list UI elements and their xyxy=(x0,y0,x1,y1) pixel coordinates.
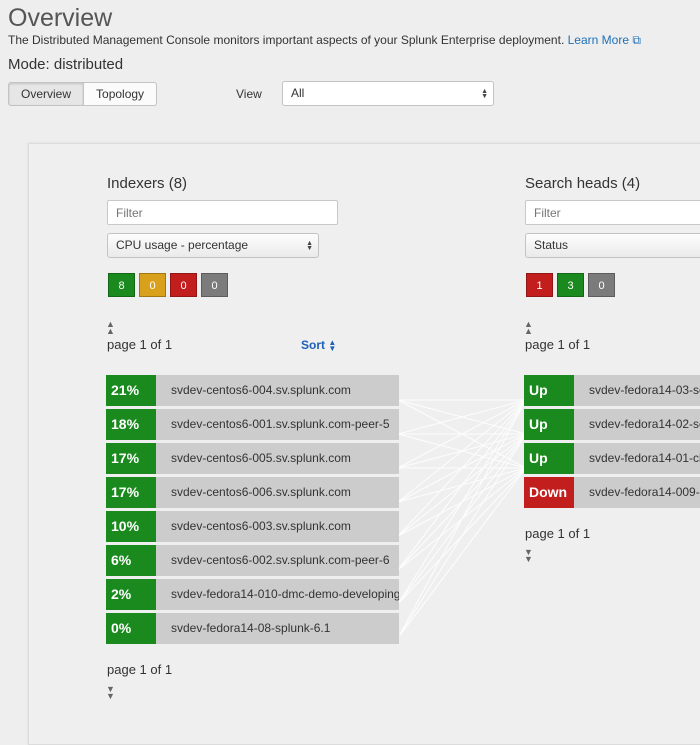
indexers-metric-select[interactable]: CPU usage - percentage ▲ ▼ xyxy=(107,233,319,258)
indexer-cpu-value: 17% xyxy=(106,477,156,508)
search-heads-metric-select[interactable]: Status xyxy=(525,233,700,258)
indexer-cpu-value: 21% xyxy=(106,375,156,406)
search-heads-page-top: page 1 of 1 xyxy=(525,337,591,352)
indexers-metric-value: CPU usage - percentage xyxy=(116,238,249,252)
overview-button[interactable]: Overview xyxy=(8,82,85,106)
learn-more-link[interactable]: Learn More ⧉ xyxy=(568,33,641,47)
search-head-row[interactable]: Up svdev-fedora14-02-se xyxy=(524,409,700,440)
connection-line xyxy=(399,467,527,635)
indexer-row[interactable]: 18% svdev-centos6-001.sv.splunk.com-peer-… xyxy=(106,409,399,440)
search-head-status: Up xyxy=(524,443,574,474)
indexer-name: svdev-centos6-003.sv.splunk.com xyxy=(156,511,399,542)
indexer-row[interactable]: 6% svdev-centos6-002.sv.splunk.com-peer-6 xyxy=(106,545,399,576)
indexer-cpu-value: 10% xyxy=(106,511,156,542)
page-title: Overview xyxy=(8,4,113,32)
collapse-up-icon[interactable]: ▲ ▲ xyxy=(106,320,115,336)
search-heads-count-red[interactable]: 1 xyxy=(526,273,553,297)
page-description: The Distributed Management Console monit… xyxy=(8,33,641,48)
indexers-heading: Indexers (8) xyxy=(107,175,188,192)
search-head-status: Up xyxy=(524,409,574,440)
indexer-cpu-value: 0% xyxy=(106,613,156,644)
search-head-name: svdev-fedora14-009-s xyxy=(574,477,700,508)
sort-label: Sort xyxy=(301,338,325,352)
indexer-name: svdev-centos6-004.sv.splunk.com xyxy=(156,375,399,406)
indexer-row[interactable]: 2% svdev-fedora14-010-dmc-demo-developing xyxy=(106,579,399,610)
view-label: View xyxy=(236,87,262,101)
connection-line xyxy=(398,399,527,605)
search-head-status: Down xyxy=(524,477,574,508)
indexer-cpu-value: 18% xyxy=(106,409,156,440)
indexer-name: svdev-centos6-002.sv.splunk.com-peer-6 xyxy=(156,545,399,576)
indexer-row[interactable]: 21% svdev-centos6-004.sv.splunk.com xyxy=(106,375,399,406)
mode-label: Mode: distributed xyxy=(8,56,124,73)
connection-line xyxy=(398,399,527,571)
indexer-name: svdev-fedora14-08-splunk-6.1 xyxy=(156,613,399,644)
learn-more-label: Learn More xyxy=(567,33,629,47)
expand-down-icon[interactable]: ▼ ▼ xyxy=(524,548,533,564)
search-head-row[interactable]: Down svdev-fedora14-009-s xyxy=(524,477,700,508)
select-arrows-icon: ▲ ▼ xyxy=(481,87,488,100)
view-select-value: All xyxy=(291,86,305,100)
search-heads-metric-value: Status xyxy=(534,238,569,252)
connection-line xyxy=(398,399,527,503)
indexers-count-yellow[interactable]: 0 xyxy=(139,273,166,297)
indexers-list: 21% svdev-centos6-004.sv.splunk.com 18% svd… xyxy=(106,375,399,647)
search-head-name: svdev-fedora14-01-clu xyxy=(574,443,700,474)
search-head-row[interactable]: Up svdev-fedora14-01-clu xyxy=(524,443,700,474)
indexers-count-green[interactable]: 8 xyxy=(108,273,135,297)
indexers-page-top: page 1 of 1 xyxy=(107,337,173,352)
indexer-name: svdev-centos6-006.sv.splunk.com xyxy=(156,477,399,508)
search-head-status: Up xyxy=(524,375,574,406)
search-heads-filter-input[interactable] xyxy=(525,200,700,225)
indexer-row[interactable]: 17% svdev-centos6-005.sv.splunk.com xyxy=(106,443,399,474)
view-select[interactable]: All ▲ ▼ xyxy=(282,81,494,106)
select-arrows-icon: ▲ ▼ xyxy=(306,239,313,252)
indexers-filter-input[interactable] xyxy=(107,200,338,225)
external-link-icon: ⧉ xyxy=(632,33,641,47)
indexer-name: svdev-centos6-001.sv.splunk.com-peer-5 xyxy=(156,409,399,440)
indexers-count-red[interactable]: 0 xyxy=(170,273,197,297)
expand-down-icon[interactable]: ▼ ▼ xyxy=(106,685,115,701)
view-toggle-group: Overview Topology xyxy=(8,82,158,106)
sort-arrows-icon: ▲ ▼ xyxy=(328,337,337,353)
indexer-row[interactable]: 17% svdev-centos6-006.sv.splunk.com xyxy=(106,477,399,508)
connection-line xyxy=(399,399,527,635)
search-heads-count-green[interactable]: 3 xyxy=(557,273,584,297)
indexer-row[interactable]: 10% svdev-centos6-003.sv.splunk.com xyxy=(106,511,399,542)
connection-line xyxy=(399,433,527,635)
search-heads-list: Up svdev-fedora14-03-se Up svdev-fedora14-0… xyxy=(524,375,700,511)
search-heads-heading: Search heads (4) xyxy=(525,175,641,192)
search-head-name: svdev-fedora14-03-se xyxy=(574,375,700,406)
topology-button[interactable]: Topology xyxy=(84,82,158,106)
collapse-up-icon[interactable]: ▲ ▲ xyxy=(524,320,533,336)
indexer-name: svdev-fedora14-010-dmc-demo-developing xyxy=(156,579,399,610)
search-heads-page-bottom: page 1 of 1 xyxy=(525,526,591,541)
search-head-name: svdev-fedora14-02-se xyxy=(574,409,700,440)
indexer-cpu-value: 2% xyxy=(106,579,156,610)
indexer-name: svdev-centos6-005.sv.splunk.com xyxy=(156,443,399,474)
search-heads-count-gray[interactable]: 0 xyxy=(588,273,615,297)
indexer-cpu-value: 6% xyxy=(106,545,156,576)
indexers-count-gray[interactable]: 0 xyxy=(201,273,228,297)
indexers-page-bottom: page 1 of 1 xyxy=(107,662,173,677)
connection-lines xyxy=(398,399,527,635)
indexers-sort-button[interactable]: Sort ▲ ▼ xyxy=(301,338,336,352)
search-head-row[interactable]: Up svdev-fedora14-03-se xyxy=(524,375,700,406)
indexer-cpu-value: 17% xyxy=(106,443,156,474)
indexer-row[interactable]: 0% svdev-fedora14-08-splunk-6.1 xyxy=(106,613,399,644)
description-text: The Distributed Management Console monit… xyxy=(8,33,565,47)
